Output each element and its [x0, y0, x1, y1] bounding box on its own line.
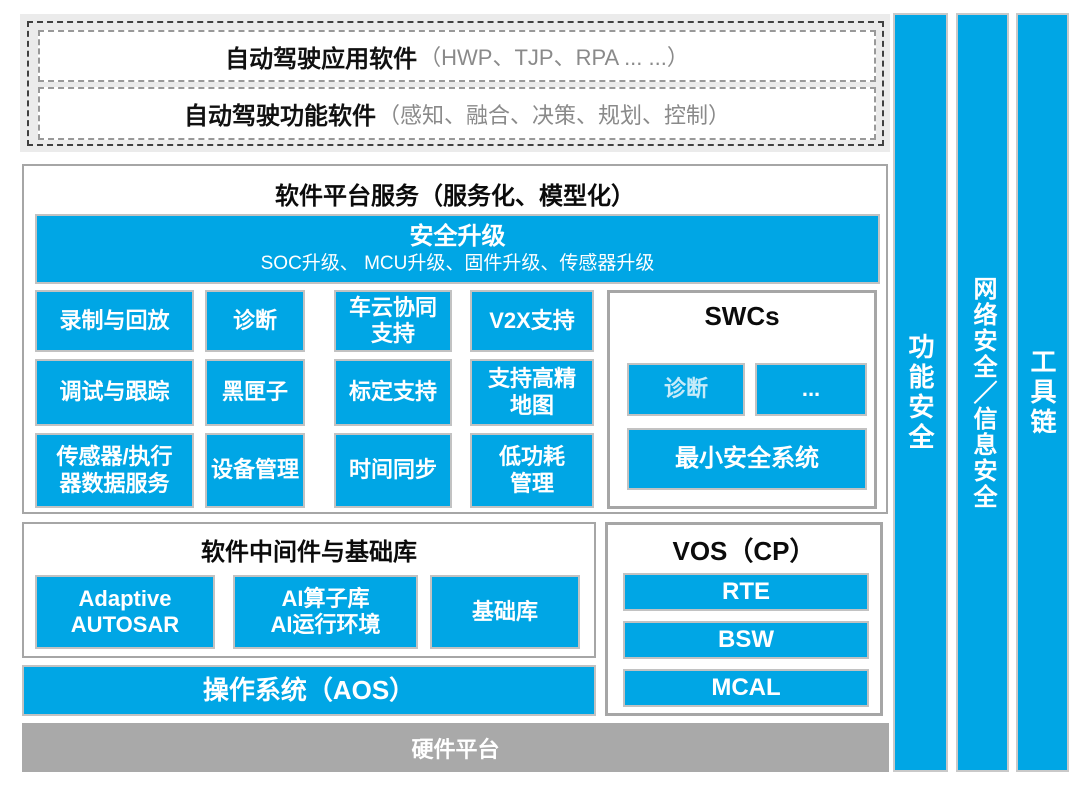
function-software-examples: （感知、融合、决策、规划、控制） [378, 98, 730, 130]
network-information-security-label: 网络安全／信息安全 [965, 276, 1000, 510]
swcs-box: SWCs 诊断 ... 最小安全系统 [607, 290, 877, 509]
box-vehicle-cloud-support: 车云协同 支持 [334, 290, 452, 352]
box-debug-trace: 调试与跟踪 [35, 359, 194, 426]
middleware-section: 软件中间件与基础库 Adaptive AUTOSAR AI算子库 AI运行环境 … [22, 522, 596, 658]
box-base-library: 基础库 [430, 575, 580, 649]
autonomous-driving-software-panel: 自动驾驶应用软件 （HWP、TJP、RPA ... ...） 自动驾驶功能软件 … [20, 14, 890, 152]
pillar-network-information-security: 网络安全／信息安全 [956, 13, 1009, 772]
app-software-box: 自动驾驶应用软件 （HWP、TJP、RPA ... ...） [38, 30, 876, 82]
box-v2x-support: V2X支持 [470, 290, 594, 352]
box-diagnosis: 诊断 [205, 290, 305, 352]
swcs-title: SWCs [610, 301, 874, 332]
function-software-title: 自动驾驶功能软件 [184, 96, 376, 131]
app-software-examples: （HWP、TJP、RPA ... ...） [419, 40, 689, 72]
vos-cp-title: VOS（CP） [608, 531, 880, 568]
box-rte: RTE [623, 573, 869, 611]
security-upgrade-title: 安全升级 [410, 222, 506, 252]
box-calibration-support: 标定支持 [334, 359, 452, 426]
swc-ellipsis-box: ... [755, 363, 867, 416]
minimal-safety-system-box: 最小安全系统 [627, 428, 867, 490]
box-recording-playback: 录制与回放 [35, 290, 194, 352]
box-ai-operator-runtime: AI算子库 AI运行环境 [233, 575, 418, 649]
toolchain-label: 工具链 [1024, 348, 1061, 438]
hardware-platform-bar: 硬件平台 [22, 723, 889, 772]
architecture-diagram: 自动驾驶应用软件 （HWP、TJP、RPA ... ...） 自动驾驶功能软件 … [0, 0, 1080, 786]
swc-diagnosis-box: 诊断 [627, 363, 745, 416]
middleware-title: 软件中间件与基础库 [24, 532, 594, 567]
box-device-management: 设备管理 [205, 433, 305, 508]
pillar-toolchain: 工具链 [1016, 13, 1069, 772]
box-adaptive-autosar: Adaptive AUTOSAR [35, 575, 215, 649]
box-low-power-management: 低功耗 管理 [470, 433, 594, 508]
hardware-platform-label: 硬件平台 [411, 732, 499, 764]
box-mcal: MCAL [623, 669, 869, 707]
vos-cp-box: VOS（CP） RTE BSW MCAL [605, 522, 883, 716]
security-upgrade-bar: 安全升级 SOC升级、 MCU升级、固件升级、传感器升级 [35, 214, 880, 284]
function-software-box: 自动驾驶功能软件 （感知、融合、决策、规划、控制） [38, 87, 876, 140]
functional-safety-label: 功能安全 [902, 333, 939, 453]
box-bsw: BSW [623, 621, 869, 659]
box-blackbox: 黑匣子 [205, 359, 305, 426]
security-upgrade-subtitle: SOC升级、 MCU升级、固件升级、传感器升级 [261, 252, 655, 276]
box-hd-map-support: 支持高精 地图 [470, 359, 594, 426]
box-sensor-actuator-data-service: 传感器/执行 器数据服务 [35, 433, 194, 508]
app-software-title: 自动驾驶应用软件 [225, 39, 417, 74]
platform-services-section: 软件平台服务（服务化、模型化） 安全升级 SOC升级、 MCU升级、固件升级、传… [22, 164, 888, 514]
operating-system-aos-bar: 操作系统（AOS） [22, 665, 596, 716]
box-time-sync: 时间同步 [334, 433, 452, 508]
pillar-functional-safety: 功能安全 [893, 13, 948, 772]
platform-services-title: 软件平台服务（服务化、模型化） [24, 176, 886, 211]
